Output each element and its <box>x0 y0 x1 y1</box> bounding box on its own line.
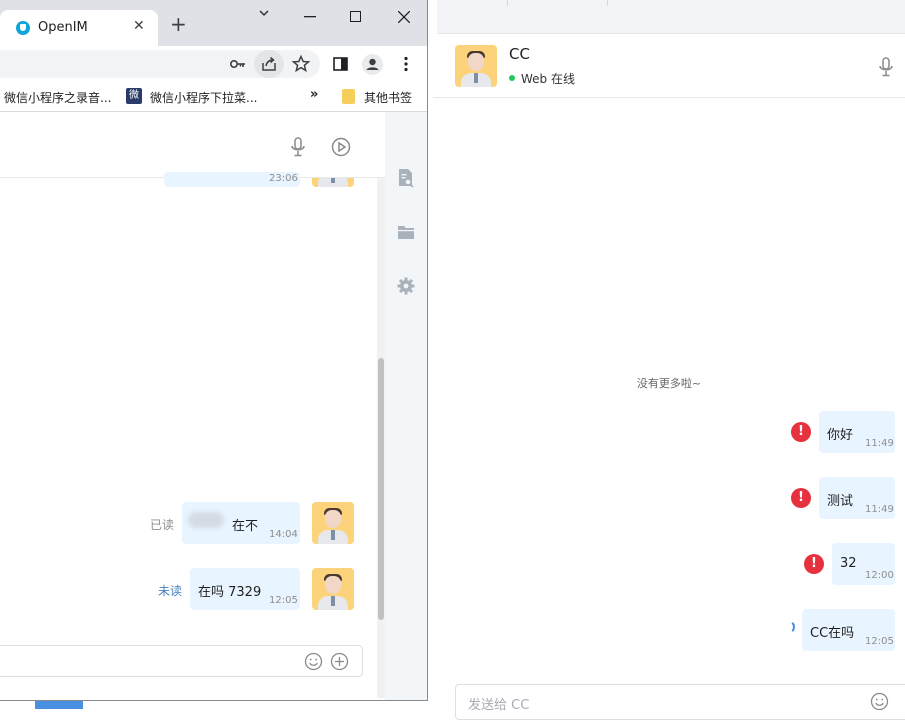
share-icon[interactable] <box>259 54 279 74</box>
message-time: 12:05 <box>865 636 894 647</box>
no-more-messages-notice: 没有更多啦~ <box>636 377 702 390</box>
unread-status: 未读 <box>158 584 183 598</box>
message-time: 12:05 <box>269 595 298 606</box>
scrollbar-thumb[interactable] <box>378 358 384 620</box>
message-bubble[interactable]: 32 12:00 <box>832 543 895 585</box>
message-time: 12:00 <box>865 570 894 581</box>
tab-title: OpenIM <box>38 20 88 35</box>
message-input-placeholder: 发送给 CC <box>468 698 530 713</box>
password-key-icon[interactable] <box>228 54 248 74</box>
folder-icon[interactable] <box>396 223 416 241</box>
left-chat-panel: 23:06 已读 在不 14:04 未读 在吗 7329 12:05 <box>0 112 385 700</box>
send-failed-icon[interactable]: ! <box>804 554 824 574</box>
chat-header: CC Web 在线 <box>433 34 905 98</box>
emoji-icon[interactable] <box>870 692 889 711</box>
maximize-icon[interactable] <box>350 11 361 22</box>
browser-tab-bar: OpenIM ✕ + <box>0 0 427 46</box>
message-bubble[interactable]: CC在吗 12:05 <box>802 609 895 651</box>
new-tab-button[interactable]: + <box>170 14 187 34</box>
message-text: 在吗 7329 <box>198 585 262 600</box>
message-text: 32 <box>840 556 857 571</box>
bookmark-star-icon[interactable] <box>291 54 311 74</box>
microphone-icon[interactable] <box>877 56 895 78</box>
close-window-icon[interactable] <box>398 11 410 23</box>
bookmark-item[interactable]: 微信小程序之录音... <box>4 89 111 106</box>
bookmark-item[interactable]: 微信小程序下拉菜... <box>150 89 257 106</box>
message-time: 14:04 <box>269 529 298 540</box>
contact-name: CC <box>509 45 530 63</box>
browser-tab-openim[interactable]: OpenIM ✕ <box>0 10 158 46</box>
file-search-icon[interactable] <box>396 167 416 189</box>
browser-window: OpenIM ✕ + 微信小程序之录音... 微 微信小程序下拉菜... » 其… <box>0 0 428 701</box>
online-status: Web 在线 <box>521 72 575 86</box>
browser-menu-icon[interactable] <box>396 54 416 74</box>
left-message-input[interactable] <box>0 645 363 677</box>
play-circle-icon[interactable] <box>330 136 352 158</box>
bookmarks-overflow-icon[interactable]: » <box>310 87 318 102</box>
bookmark-folder-other[interactable]: 其他书签 <box>364 89 412 106</box>
avatar <box>312 568 354 610</box>
message-text: 你好 <box>827 428 854 443</box>
left-chat-header <box>0 112 385 178</box>
message-text: CC在吗 <box>810 626 855 641</box>
folder-icon <box>342 89 355 104</box>
online-status-dot <box>509 75 515 81</box>
bookmarks-bar: 微信小程序之录音... 微 微信小程序下拉菜... » 其他书签 <box>0 82 427 112</box>
microphone-icon[interactable] <box>289 136 307 158</box>
bookmark-site-icon: 微 <box>126 88 142 104</box>
contact-avatar[interactable] <box>455 45 497 87</box>
message-bubble[interactable]: 在吗 7329 12:05 <box>190 568 300 610</box>
browser-toolbar <box>0 46 427 82</box>
tab-search-chevron-icon[interactable] <box>259 8 269 18</box>
add-circle-icon[interactable] <box>330 652 349 671</box>
avatar <box>312 502 354 544</box>
side-panel-icon[interactable] <box>331 54 351 74</box>
send-failed-icon[interactable]: ! <box>791 488 811 508</box>
message-input[interactable]: 发送给 CC <box>455 684 905 720</box>
right-window-top-bar <box>437 0 905 34</box>
message-bubble[interactable]: 测试 11:49 <box>819 477 895 519</box>
message-bubble[interactable]: 23:06 <box>164 172 300 187</box>
profile-avatar-icon[interactable] <box>362 54 383 75</box>
read-status: 已读 <box>150 518 175 532</box>
settings-gear-icon[interactable] <box>396 276 416 296</box>
message-bubble[interactable]: 在不 14:04 <box>182 502 300 544</box>
emoji-icon[interactable] <box>304 652 323 671</box>
tab-close-icon[interactable]: ✕ <box>133 18 145 34</box>
send-failed-icon[interactable]: ! <box>791 422 811 442</box>
openim-favicon-icon <box>16 21 30 35</box>
message-time: 11:49 <box>865 438 894 449</box>
chat-tool-sidebar <box>385 112 427 700</box>
message-text: 在不 <box>232 519 259 534</box>
minimize-icon[interactable] <box>304 16 316 18</box>
taskbar-fragment <box>35 701 83 709</box>
blurred-emoji <box>188 512 224 528</box>
sending-spinner-icon <box>781 620 795 634</box>
message-time: 23:06 <box>269 173 298 184</box>
message-text: 测试 <box>827 494 854 509</box>
message-time: 11:49 <box>865 504 894 515</box>
right-chat-panel: CC Web 在线 没有更多啦~ ! 你好 11:49 ! 测试 11:49 !… <box>433 34 905 720</box>
message-bubble[interactable]: 你好 11:49 <box>819 411 895 453</box>
